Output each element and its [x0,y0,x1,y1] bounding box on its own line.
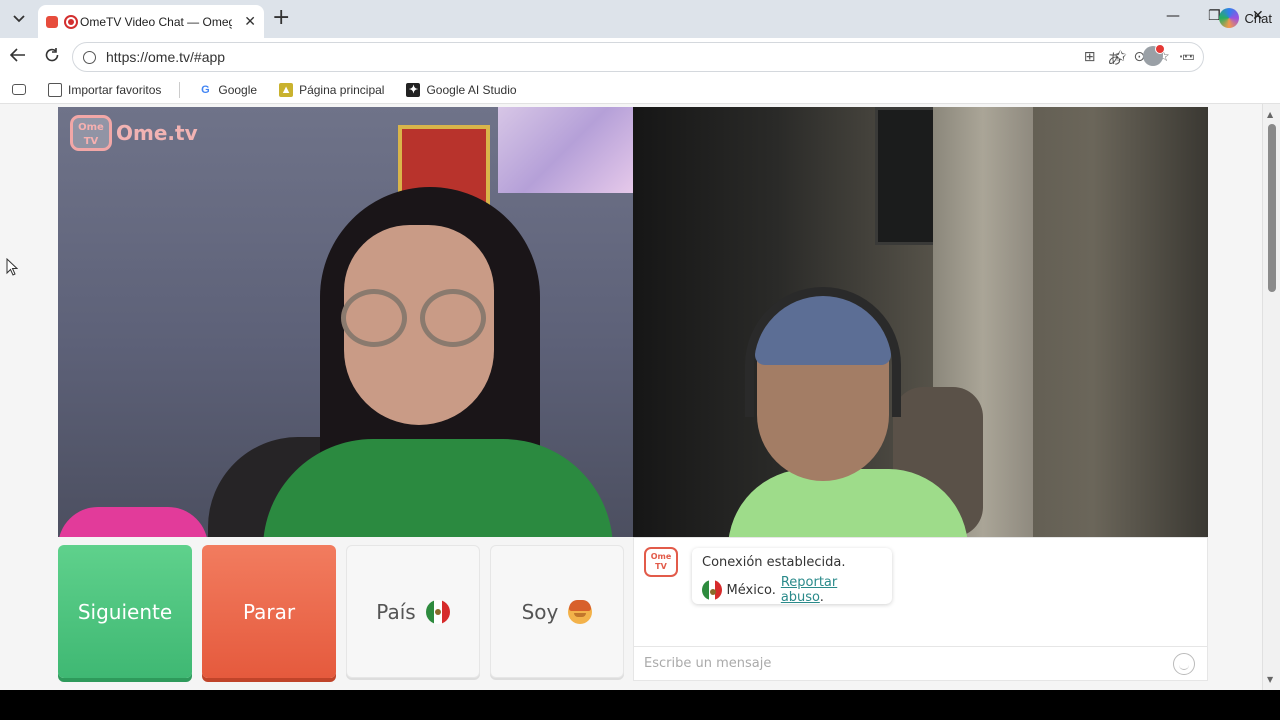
scroll-thumb[interactable] [1268,124,1276,292]
bookmark-label: Página principal [299,82,385,97]
copilot-icon [1218,8,1239,28]
scroll-down-icon[interactable]: ▼ [1267,675,1273,684]
reload-icon [45,48,59,62]
more-menu-icon[interactable]: ⋯ [1179,47,1194,65]
bookmark-label: Importar favoritos [68,82,162,97]
app-available-icon[interactable]: ⊞ [1084,49,1096,69]
country-line: México. Reportar abuso. [702,575,882,605]
mouse-cursor-icon [6,258,18,276]
emoji-smiley-icon[interactable] [1173,653,1195,675]
page-scrollbar[interactable]: ▲ ▼ [1262,104,1280,690]
next-button-label: Siguiente [77,599,173,624]
mexico-flag-icon [702,580,722,600]
tab-title: OmeTV Video Chat — Omegl [80,14,232,29]
url-text[interactable]: https://ome.tv/#app [106,49,225,65]
chevron-down-icon [13,15,25,23]
favorites-icon[interactable]: ✩ [1114,47,1127,65]
copilot-button[interactable]: Chat [1218,8,1272,28]
country-button-label: País [376,599,416,624]
home-page-icon: ▲ [279,82,294,97]
bookmarks-toggle[interactable] [12,84,26,95]
local-video: Ome TV Ome.tv [58,107,633,537]
video-shape [745,287,901,417]
video-shape [875,107,941,245]
reload-button[interactable] [44,47,60,68]
connection-status-text: Conexión establecida. [702,555,846,570]
ometv-tv-icon: Ome TV [70,115,112,151]
bookmark-label: Google AI Studio [426,82,517,97]
video-shape [420,289,486,347]
tab-actions-menu-button[interactable] [6,7,32,31]
ometv-logo: Ome TV Ome.tv [70,115,198,151]
google-icon: G [201,83,210,96]
video-shape [58,507,208,537]
tab-close-button[interactable]: ✕ [244,14,256,30]
report-abuse-link[interactable]: Reportar abuso [781,575,837,605]
wall-poster-image [498,107,633,193]
system-message: Conexión establecida. México. Reportar a… [692,548,892,605]
bookmark-label: Google [218,82,258,97]
ai-studio-icon: ✦ [406,82,421,97]
address-bar-row: https://ome.tv/#app ⊞ あ ⊙ ☆ ▭ [0,38,1280,76]
stop-button-label: Parar [242,599,296,624]
tab-bar: OmeTV Video Chat — Omegl ✕ + — ❐ ✕ [0,0,1280,38]
bookmark-google[interactable]: G Google [198,83,257,97]
gender-select-button[interactable]: Soy [490,545,624,678]
stop-button[interactable]: Parar [202,545,336,678]
boy-emoji-icon [568,599,593,624]
site-info-icon[interactable] [83,50,96,64]
new-tab-button[interactable]: + [272,7,290,29]
bookmark-ai-studio[interactable]: ✦ Google AI Studio [406,82,517,97]
bookmark-import[interactable]: Importar favoritos [48,82,162,97]
message-input-placeholder: Escribe un mensaje [644,656,772,671]
back-arrow-icon [9,48,25,62]
url-field[interactable]: https://ome.tv/#app ⊞ あ ⊙ ☆ ▭ [72,42,1204,72]
sidebar-icon [12,84,26,95]
ometv-favicon-icon [64,14,78,29]
chat-panel: Ome TV Conexión establecida. México. Rep… [633,537,1208,681]
back-button[interactable] [9,47,26,67]
toolbar-icons: ✩ ⋯ [1114,44,1194,66]
country-select-button[interactable]: País [346,545,480,678]
video-shape [263,439,613,537]
active-tab[interactable]: OmeTV Video Chat — Omegl ✕ [38,5,264,38]
profile-avatar[interactable] [1142,44,1165,66]
partner-country-text: México. [726,582,776,598]
gender-button-label: Soy [521,599,559,624]
import-icon [48,82,62,97]
bookmark-home[interactable]: ▲ Página principal [279,82,385,97]
minimize-button[interactable]: — [1166,8,1180,24]
remote-video [633,107,1208,537]
video-shape [341,289,407,347]
report-suffix: . [819,590,824,605]
bookmark-divider [179,81,181,98]
mexico-flag-icon [425,599,450,624]
ometv-chat-icon: Ome TV [644,547,678,577]
message-input[interactable]: Escribe un mensaje [634,646,1207,680]
taskbar-area [0,690,1280,720]
scroll-up-icon[interactable]: ▲ [1267,110,1273,119]
bookmarks-bar: Importar favoritos G Google ▲ Página pri… [0,76,1280,104]
next-button[interactable]: Siguiente [58,545,192,678]
copilot-label: Chat [1244,10,1272,26]
logo-text: Ome.tv [116,121,198,145]
recording-icon [46,15,58,28]
